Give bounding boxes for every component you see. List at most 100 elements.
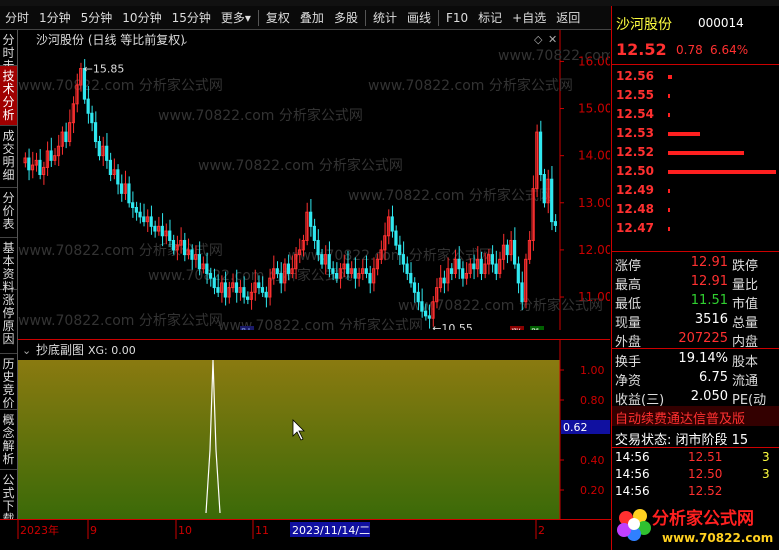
sidebar-item[interactable]: 概念解析 [0,410,17,470]
candle-body [312,225,316,241]
candle-body [316,239,320,256]
stat-value: 12.91 [690,274,728,289]
adjust-button[interactable]: 复权 [261,6,295,30]
tick-volume: 3 [762,467,770,481]
candle-body [105,145,109,161]
indicator-chart[interactable]: 1.00 0.80 0.40 0.20 0.62 ⌄ 抄底副图 XG: 0.00 [18,340,611,520]
candle-body [242,287,246,298]
toolbar-label: 复权 [265,10,290,25]
candle-body [505,244,509,256]
price-ladder-row: 12.56 [612,67,779,86]
stats-button[interactable]: 统计 [368,6,402,30]
sidebar-item-label: 涨停原因 [2,293,15,346]
candle-body [234,282,239,293]
candle-body [168,230,172,241]
logo-url: www.70822.com [662,531,773,545]
mark-button[interactable]: 标记 [473,6,507,30]
tab-5min[interactable]: 5分钟 [76,6,118,30]
candle-body [412,282,417,293]
sidebar-item[interactable]: 分时走势 [0,30,17,86]
candle-body [216,287,220,293]
candle-body [212,277,216,289]
chart-area: 16.00 15.00 14.00 13.00 12.00 11.00 www.70822.… [18,30,703,538]
draw-line-button[interactable]: 画线 [402,6,436,30]
stat-label: 现量 [615,316,642,331]
toolbar-separator [257,9,259,26]
candle-body [542,174,546,204]
toolbar-label: 叠加 [299,10,324,25]
stat-row: 收益(三) 2.050 PE(动 [612,388,779,408]
toolbar-label: 画线 [406,10,431,25]
stat-label: 股本 [732,355,759,370]
chevron-down-icon[interactable]: ⌄ [22,344,31,357]
sidebar-item[interactable]: 涨停原因 [0,290,17,354]
candle-body [90,112,94,124]
price-ladder-row: 12.54 [612,105,779,124]
ladder-price: 12.52 [616,145,654,159]
kline-chart[interactable]: 16.00 15.00 14.00 13.00 12.00 11.00 www.70822.… [18,30,703,340]
candle-body [182,239,187,256]
candlestick [542,168,546,208]
tick-volume: 3 [762,450,770,464]
sidebar-item[interactable]: 分价表 [0,188,17,238]
indicator-value: XG: 0.00 [88,344,136,357]
sidebar-item[interactable]: 基本资料 [0,238,17,294]
price-tick-label: 14.00 [578,149,610,163]
toolbar-separator [364,9,366,26]
sidebar-item[interactable]: 历史竞价 [0,354,17,410]
candle-body [190,249,194,260]
candle-body [149,216,153,227]
price-tick-label: 12.00 [578,243,610,257]
stat-value: 3516 [694,312,728,327]
close-icon[interactable]: ✕ [548,33,557,46]
ticker-text[interactable]: 自动续费通达信普及版 [615,408,745,427]
candle-body [320,254,324,265]
watermark-text: www.70822.com 分析家公式网 [368,77,573,94]
date-tick-label: 9 [90,524,97,537]
candle-body [442,277,446,284]
stock-code: 000014 [698,16,744,30]
chevron-down-icon[interactable]: ⌄ [180,34,189,47]
candle-body [553,221,558,226]
more-periods-button[interactable]: 更多▾ [216,6,256,30]
sidebar-item-label: 成交明细 [2,129,15,182]
price-ladder-row: 12.47 [612,219,779,238]
overlay-button[interactable]: 叠加 [295,6,329,30]
tab-10min[interactable]: 10分钟 [117,6,166,30]
quote-panel: 沙河股份 000014 12.52 0.78 6.64% 12.56 12.55 12.54 1… [611,6,779,550]
multi-stock-button[interactable]: 多股 [329,6,363,30]
toolbar-label: 5分钟 [80,10,113,25]
candle-body [401,254,405,265]
chevron-down-icon: ▾ [244,10,251,25]
toolbar-label: +自选 [512,10,547,25]
price-ladder-row: 12.50 [612,162,779,181]
candle-body [405,263,409,274]
stat-label: 最低 [615,297,642,312]
sidebar-item[interactable]: 成交明细 [0,126,17,188]
add-watchlist-button[interactable]: +自选 [507,6,551,30]
ladder-volume-bar [668,208,670,212]
stat-label: 涨停 [615,259,642,274]
price-ladder-row: 12.55 [612,86,779,105]
stat-label: 净资 [615,374,642,389]
candle-body [264,291,268,298]
high-price-label: ←15.85 [84,62,125,75]
collapse-icon[interactable]: ◇ [534,33,543,46]
indicator-tick-label: 0.80 [580,394,605,407]
tab-1min[interactable]: 1分钟 [34,6,76,30]
watermark-text: www.70822.com 分析家公式网 [18,312,223,329]
limit-up-marker[interactable]: 涨 [511,328,521,340]
sidebar-item-label: 基本资料 [2,241,15,294]
f10-button[interactable]: F10 [441,6,473,30]
date-tick-label: 10 [178,524,192,537]
stat-label: 量比 [732,278,759,293]
ladder-volume-bar [668,170,776,174]
date-tick-label: 11 [255,524,269,537]
candle-body [275,268,279,274]
sidebar-item[interactable]: 技术分析 [0,66,17,126]
back-button[interactable]: 返回 [551,6,585,30]
toolbar-separator [437,9,439,26]
stat-value: 19.14% [678,351,728,366]
tab-15min[interactable]: 15分钟 [167,6,216,30]
tab-timeshare[interactable]: 分时 [0,6,34,30]
